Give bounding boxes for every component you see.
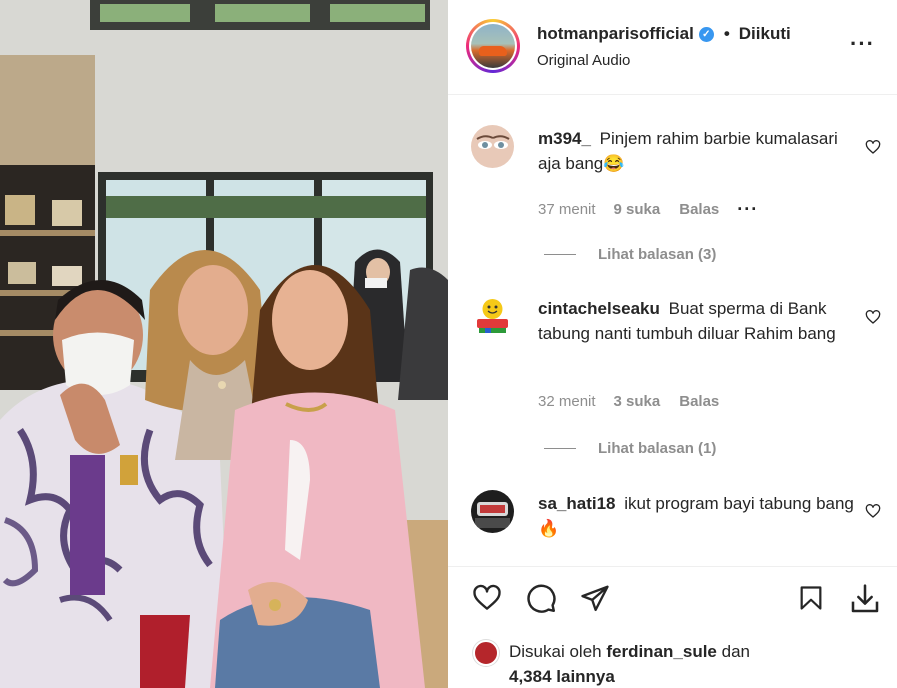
bookmark-icon[interactable] — [797, 583, 825, 613]
more-options-icon[interactable]: ··· — [850, 33, 875, 55]
author-row: hotmanparisofficial ✓ • Diikuti — [537, 24, 791, 44]
post-photo[interactable] — [0, 0, 448, 688]
comment-meta: 37 menit 9 suka Balas ··· — [538, 199, 758, 220]
commenter-avatar[interactable] — [471, 295, 514, 338]
comment-time[interactable]: 32 menit — [538, 393, 596, 410]
comment-likes[interactable]: 9 suka — [614, 201, 661, 218]
comment-icon[interactable] — [526, 583, 557, 614]
comment-text: m394_ Pinjem rahim barbie kumalasari aja… — [538, 126, 858, 176]
commenter-avatar[interactable] — [471, 490, 514, 533]
comment-text: cintachelseaku Buat sperma di Bank tabun… — [538, 296, 858, 346]
following-button[interactable]: Diikuti — [739, 24, 791, 44]
comment-text: sa_hati18 ikut program bayi tabung bang🔥 — [538, 491, 858, 541]
liked-by-connector: dan — [721, 642, 750, 661]
view-replies-button[interactable]: Lihat balasan (3) — [544, 246, 716, 263]
author-username[interactable]: hotmanparisofficial — [537, 24, 694, 44]
post-actions: Disukai oleh ferdinan_sule dan 4,384 lai… — [448, 566, 897, 688]
others-count[interactable]: 4,384 lainnya — [509, 667, 615, 686]
liked-by-row: Disukai oleh ferdinan_sule dan 4,384 lai… — [473, 639, 750, 688]
comment-time[interactable]: 37 menit — [538, 201, 596, 218]
heart-icon[interactable] — [865, 503, 881, 519]
reply-button[interactable]: Balas — [679, 393, 719, 410]
liked-by-prefix: Disukai oleh — [509, 642, 602, 661]
commenter-username[interactable]: sa_hati18 — [538, 494, 616, 513]
separator-dot: • — [723, 24, 730, 43]
reply-button[interactable]: Balas — [679, 201, 719, 218]
download-icon[interactable] — [848, 583, 882, 615]
liked-by-text: Disukai oleh ferdinan_sule dan 4,384 lai… — [509, 639, 750, 688]
author-avatar[interactable] — [466, 19, 520, 73]
comment-more-icon[interactable]: ··· — [737, 199, 758, 220]
liker-avatar[interactable] — [473, 640, 499, 666]
view-replies-label: Lihat balasan (1) — [598, 440, 717, 457]
reply-line — [544, 254, 576, 255]
commenter-username[interactable]: cintachelseaku — [538, 299, 660, 318]
post-photo-image — [0, 0, 448, 688]
post-header: hotmanparisofficial ✓ • Diikuti Original… — [448, 0, 897, 95]
like-heart-icon[interactable] — [471, 583, 503, 613]
commenter-avatar[interactable] — [471, 125, 514, 168]
liker-username[interactable]: ferdinan_sule — [606, 642, 717, 661]
reply-line — [544, 448, 576, 449]
commenter-username[interactable]: m394_ — [538, 129, 591, 148]
audio-label[interactable]: Original Audio — [537, 52, 630, 69]
post-side-panel: hotmanparisofficial ✓ • Diikuti Original… — [448, 0, 897, 688]
share-icon[interactable] — [580, 583, 610, 613]
verified-badge-icon: ✓ — [698, 26, 714, 42]
view-replies-button[interactable]: Lihat balasan (1) — [544, 440, 716, 457]
comments-list[interactable]: m394_ Pinjem rahim barbie kumalasari aja… — [448, 96, 897, 566]
heart-icon[interactable] — [865, 139, 881, 155]
comment-meta: 32 menit 3 suka Balas — [538, 393, 719, 410]
view-replies-label: Lihat balasan (3) — [598, 246, 717, 263]
heart-icon[interactable] — [865, 309, 881, 325]
comment-likes[interactable]: 3 suka — [614, 393, 661, 410]
